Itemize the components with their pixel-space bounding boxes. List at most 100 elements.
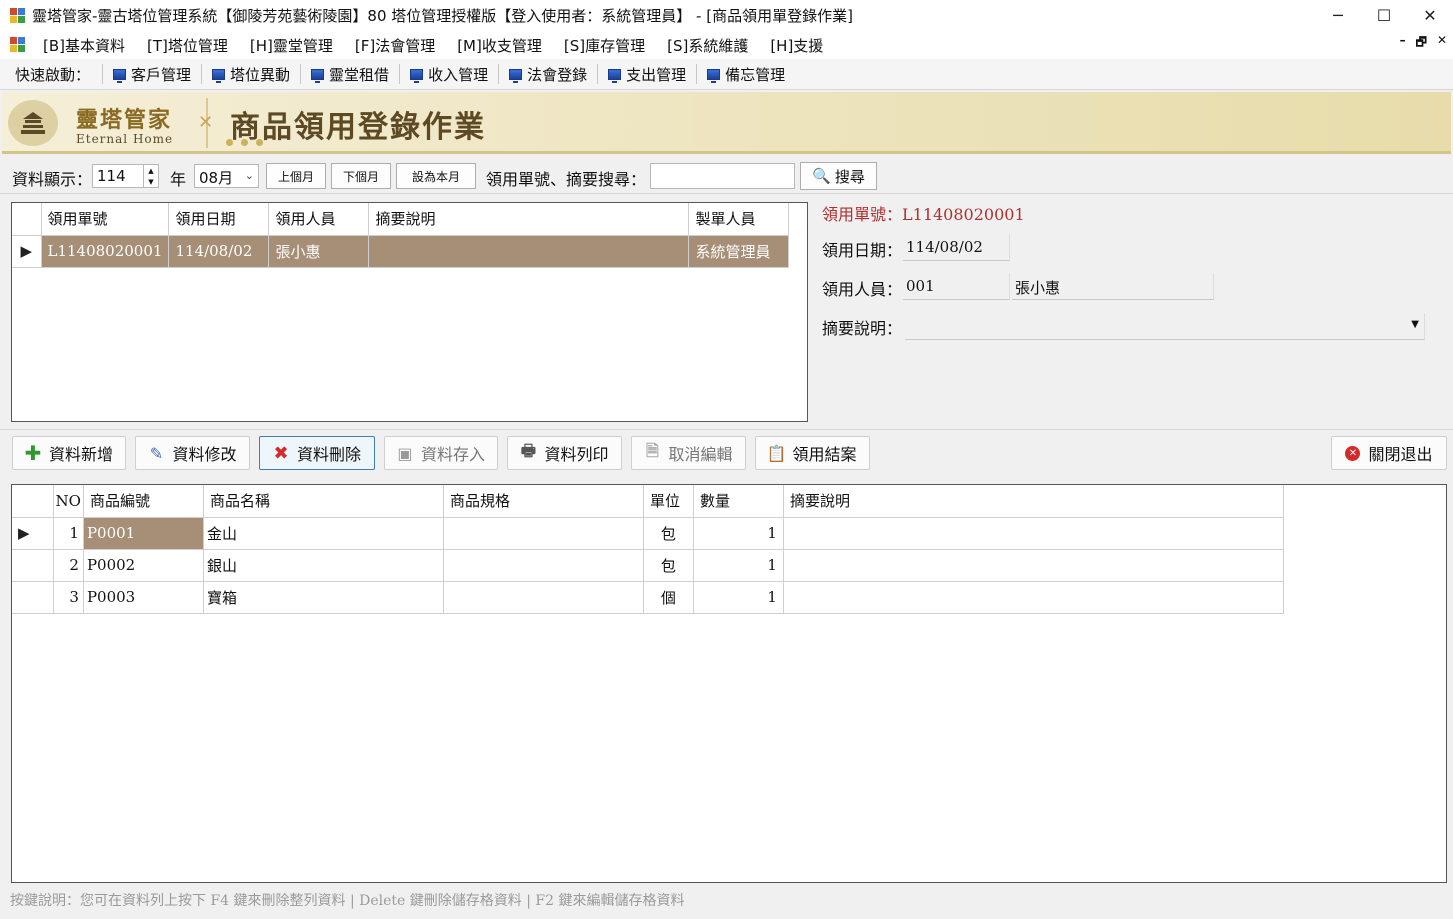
spin-down-icon[interactable]: ▼ xyxy=(148,178,153,186)
eraser-icon: ✎ xyxy=(149,443,164,463)
search-label: 領用單號、摘要搜尋： xyxy=(486,170,647,189)
keyboard-hint: 按鍵說明：您可在資料列上按下 F4 鍵來刪除整列資料 | Delete 鍵刪除儲… xyxy=(10,893,685,909)
col-header-order-no[interactable]: 領用單號 xyxy=(41,203,170,236)
monitor-icon xyxy=(410,68,424,83)
monitor-icon xyxy=(608,68,622,83)
year-spinner[interactable]: 114 ▲ ▼ xyxy=(92,164,159,188)
menu-bar: [B]基本資料 [T]塔位管理 [H]靈堂管理 [F]法會管理 [M]收支管理 … xyxy=(0,31,1453,59)
menu-tower-management[interactable]: [T]塔位管理 xyxy=(136,35,239,56)
quick-customer-management[interactable]: 客戶管理 xyxy=(107,64,197,85)
orders-grid[interactable]: 領用單號 領用日期 領用人員 摘要說明 製單人員 ▶ L11408020001 … xyxy=(11,202,808,422)
delete-button[interactable]: ✖ 資料刪除 xyxy=(259,436,375,470)
brand-logo: 靈塔管家 Eternal Home xyxy=(76,107,174,146)
search-button[interactable]: 🔍 搜尋 xyxy=(800,162,877,190)
row-pointer-icon: ▶ xyxy=(12,235,42,268)
person-label: 領用人員： xyxy=(822,280,903,299)
col-header-code[interactable]: 商品編號 xyxy=(83,485,204,518)
quick-ceremony-registration[interactable]: 法會登錄 xyxy=(503,64,593,85)
page-banner: 靈塔管家 Eternal Home ✕ 商品領用登錄作業 xyxy=(2,92,1451,154)
items-grid[interactable]: NO 商品編號 商品名稱 商品規格 單位 數量 摘要說明 ▶ 1 P0001 金… xyxy=(11,484,1447,883)
monitor-icon xyxy=(311,68,325,83)
window-title: 靈塔管家-靈古塔位管理系統【御陵芳苑藝術陵園】80 塔位管理授權版【登入使用者：… xyxy=(32,7,853,25)
prev-month-button[interactable]: 上個月 xyxy=(266,163,326,189)
monitor-icon xyxy=(707,68,721,83)
edit-button[interactable]: ✎ 資料修改 xyxy=(135,436,250,470)
col-header-spec[interactable]: 商品規格 xyxy=(443,485,644,518)
quick-expense-management[interactable]: 支出管理 xyxy=(602,64,692,85)
menu-inventory-management[interactable]: [S]庫存管理 xyxy=(553,35,656,56)
mdi-restore-button[interactable]: 🗗 xyxy=(1416,33,1427,54)
title-bar: 靈塔管家-靈古塔位管理系統【御陵芳苑藝術陵園】80 塔位管理授權版【登入使用者：… xyxy=(0,0,1453,31)
col-header-unit[interactable]: 單位 xyxy=(643,485,694,518)
spin-up-icon[interactable]: ▲ xyxy=(148,167,153,175)
exit-button[interactable]: ✕ 關閉退出 xyxy=(1331,436,1447,470)
search-icon: 🔍 xyxy=(812,167,831,185)
quick-tower-change[interactable]: 塔位異動 xyxy=(206,64,296,85)
app-icon xyxy=(10,7,26,24)
monitor-icon xyxy=(212,68,226,83)
col-header-name[interactable]: 商品名稱 xyxy=(203,485,444,518)
display-label: 資料顯示： xyxy=(12,170,93,189)
menu-support[interactable]: [H]支援 xyxy=(759,35,834,56)
quick-memo-management[interactable]: 備忘管理 xyxy=(701,64,791,85)
quick-hall-rental[interactable]: 靈堂租借 xyxy=(305,64,395,85)
memo-label: 摘要說明： xyxy=(822,319,903,338)
document-icon: 🗎 xyxy=(646,440,659,460)
memo-select[interactable]: ▼ xyxy=(905,313,1425,340)
date-label: 領用日期： xyxy=(822,241,903,260)
monitor-icon xyxy=(113,68,127,83)
col-header-qty[interactable]: 數量 xyxy=(693,485,784,518)
mdi-child-icon xyxy=(10,37,26,53)
cancel-edit-button[interactable]: 🗎 取消編輯 xyxy=(631,436,746,470)
menu-finance-management[interactable]: [M]收支管理 xyxy=(446,35,553,56)
person-code-field[interactable]: 001 xyxy=(903,273,1010,300)
col-header-memo[interactable]: 摘要說明 xyxy=(783,485,1284,518)
table-row[interactable]: ▶ 1 P0001 金山 包 1 xyxy=(12,517,1284,550)
page-title: 商品領用登錄作業 xyxy=(230,110,486,145)
table-row[interactable]: 3 P0003 寶箱 個 1 xyxy=(12,581,1284,614)
menu-ceremony-management[interactable]: [F]法會管理 xyxy=(344,35,446,56)
search-input[interactable] xyxy=(650,163,795,189)
dropdown-arrow-icon: ▼ xyxy=(1411,319,1419,330)
col-header-maker[interactable]: 製單人員 xyxy=(688,203,790,236)
next-month-button[interactable]: 下個月 xyxy=(331,163,391,189)
floppy-disk-icon: ▣ xyxy=(397,443,413,463)
row-pointer-icon: ▶ xyxy=(12,517,54,550)
close-order-button[interactable]: 📋 領用結案 xyxy=(755,436,870,470)
menu-system-maintenance[interactable]: [S]系統維護 xyxy=(656,35,759,56)
mdi-close-button[interactable]: ✕ xyxy=(1437,33,1447,54)
close-window-button[interactable]: ✕ xyxy=(1407,0,1453,31)
mdi-minimize-button[interactable]: – xyxy=(1400,33,1406,54)
add-button[interactable]: ✚ 資料新增 xyxy=(12,436,126,470)
col-header-no[interactable]: NO xyxy=(53,485,84,518)
table-row[interactable]: 2 P0002 銀山 包 1 xyxy=(12,549,1284,582)
printer-icon: 🖶 xyxy=(520,440,537,460)
person-name-field[interactable]: 張小惠 xyxy=(1012,273,1214,300)
month-select[interactable]: 08月 ⌄ xyxy=(194,164,259,188)
quick-launch-label: 快速啟動： xyxy=(15,65,91,84)
save-button[interactable]: ▣ 資料存入 xyxy=(384,436,498,470)
pagoda-logo-icon xyxy=(8,100,58,146)
quick-income-management[interactable]: 收入管理 xyxy=(404,64,494,85)
close-circle-icon: ✕ xyxy=(1345,445,1361,461)
col-header-date[interactable]: 領用日期 xyxy=(168,203,270,236)
ornament-icon: ✕ xyxy=(198,112,214,133)
clipboard-icon: 📋 xyxy=(766,443,787,463)
print-button[interactable]: 🖶 資料列印 xyxy=(507,436,622,470)
chevron-down-icon: ⌄ xyxy=(244,169,254,182)
plus-icon: ✚ xyxy=(24,441,42,465)
order-no-label: 領用單號：L11408020001 xyxy=(822,205,1025,224)
menu-hall-management[interactable]: [H]靈堂管理 xyxy=(239,35,344,56)
menu-basic-data[interactable]: [B]基本資料 xyxy=(32,35,136,56)
col-header-memo[interactable]: 摘要說明 xyxy=(368,203,690,236)
table-row[interactable]: ▶ L11408020001 114/08/02 張小惠 系統管理員 xyxy=(12,235,790,268)
col-header-person[interactable]: 領用人員 xyxy=(268,203,370,236)
quick-launch-bar: 快速啟動： 客戶管理 塔位異動 靈堂租借 收入管理 法會登錄 支出管理 備忘管理 xyxy=(0,59,1453,90)
minimize-button[interactable]: ─ xyxy=(1315,0,1361,31)
delete-x-icon: ✖ xyxy=(273,442,289,464)
maximize-button[interactable]: ☐ xyxy=(1361,0,1407,31)
monitor-icon xyxy=(509,68,523,83)
year-label: 年 xyxy=(170,170,187,189)
this-month-button[interactable]: 設為本月 xyxy=(396,163,476,189)
date-field[interactable]: 114/08/02 xyxy=(903,234,1010,261)
